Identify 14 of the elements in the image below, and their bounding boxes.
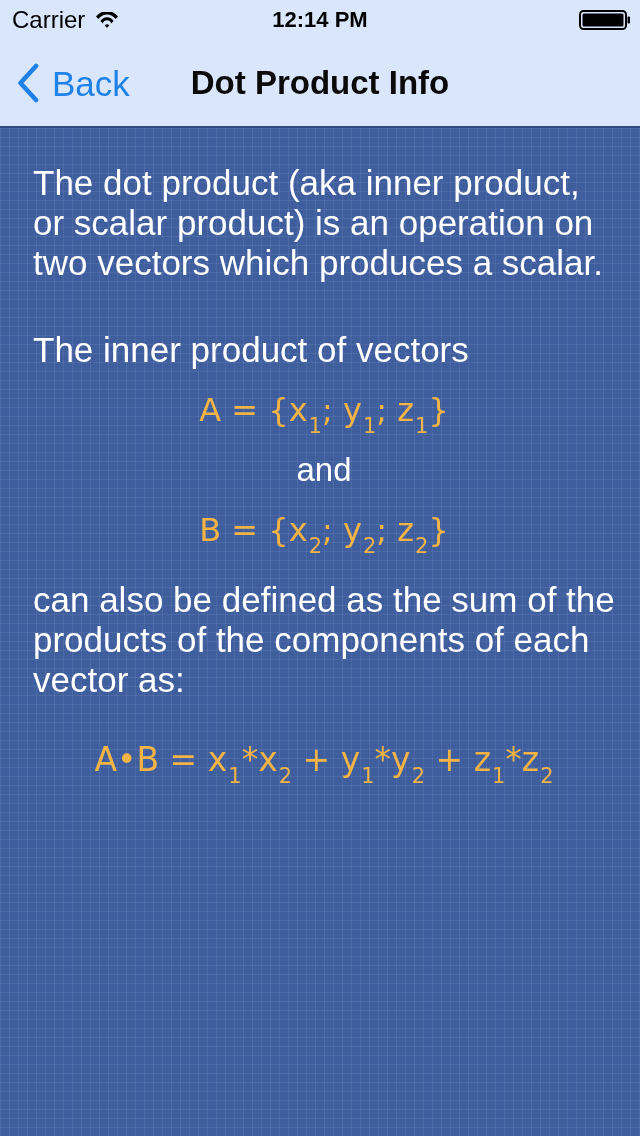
connecting-word: and	[296, 450, 352, 490]
wifi-icon	[95, 12, 120, 28]
back-button[interactable]: Back	[14, 59, 132, 107]
chevron-left-icon	[16, 63, 40, 103]
paragraph: can also be defined as the sum of the products of the components of each vector as:	[33, 580, 616, 700]
carrier-name: Carrier	[12, 6, 86, 34]
status-time: 12:14 PM	[272, 7, 368, 33]
battery-icon	[579, 10, 630, 30]
paragraph: The inner product of vectors	[33, 330, 470, 370]
formula: B = {x$_{2}$; y$_{2}$; z$_{2}$}	[199, 510, 449, 560]
formula: A•B = x$_{1}$*x$_{2}$ + y$_{1}$*y$_{2}$ + z$_{1}$*z$_{2}$	[94, 739, 554, 790]
screen-title: Dot Product Info	[190, 64, 450, 102]
paragraph: The dot product (aka inner product, or scalar product) is an operation on two vectors which produces a scalar.	[33, 163, 604, 283]
formula: A = {x$_{1}$; y$_{1}$; z$_{1}$}	[199, 390, 449, 440]
